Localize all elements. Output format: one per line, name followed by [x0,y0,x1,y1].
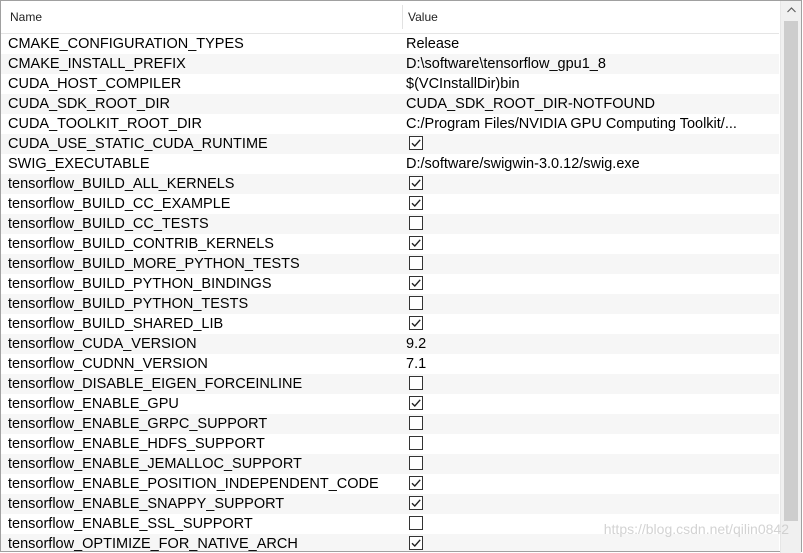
value-checkbox[interactable] [409,196,423,210]
table-row[interactable]: tensorflow_CUDA_VERSION 9.2 [1,334,779,354]
table-row[interactable]: CMAKE_INSTALL_PREFIX D:\software\tensorfl… [1,54,779,74]
variable-name: tensorflow_BUILD_CC_TESTS [8,216,209,232]
table-row[interactable]: tensorflow_BUILD_ALL_KERNELS [1,174,779,194]
table-row[interactable]: tensorflow_ENABLE_JEMALLOC_SUPPORT [1,454,779,474]
table-body: CMAKE_CONFIGURATION_TYPES Release CMAKE_IN… [1,34,779,551]
check-icon [411,539,421,548]
watermark-text: https://blog.csdn.net/qilin0842 [603,521,789,537]
variable-name: tensorflow_ENABLE_GRPC_SUPPORT [8,416,268,432]
check-icon [411,179,421,188]
variable-name: tensorflow_ENABLE_SNAPPY_SUPPORT [8,496,285,512]
variable-name: tensorflow_BUILD_CONTRIB_KERNELS [8,236,274,252]
value-checkbox[interactable] [409,276,423,290]
table-row[interactable]: tensorflow_BUILD_CC_TESTS [1,214,779,234]
value-checkbox[interactable] [409,516,423,530]
variable-name: tensorflow_ENABLE_HDFS_SUPPORT [8,436,265,452]
scroll-up-button[interactable] [781,1,802,18]
table-row[interactable]: tensorflow_BUILD_CC_EXAMPLE [1,194,779,214]
variable-name: tensorflow_BUILD_PYTHON_BINDINGS [8,276,272,292]
table-row[interactable]: tensorflow_DISABLE_EIGEN_FORCEINLINE [1,374,779,394]
value-checkbox[interactable] [409,476,423,490]
variable-value[interactable]: 7.1 [406,354,778,374]
variable-value[interactable]: D:/software/swigwin-3.0.12/swig.exe [406,154,778,174]
table-row[interactable]: CUDA_SDK_ROOT_DIR CUDA_SDK_ROOT_DIR-NOTFO… [1,94,779,114]
cmake-variables-table: Name Value CMAKE_CONFIGURATION_TYPES Rele… [0,0,802,553]
table-row[interactable]: tensorflow_BUILD_PYTHON_TESTS [1,294,779,314]
table-row[interactable]: CUDA_USE_STATIC_CUDA_RUNTIME [1,134,779,154]
table-row[interactable]: SWIG_EXECUTABLE D:/software/swigwin-3.0.1… [1,154,779,174]
variable-name: SWIG_EXECUTABLE [8,156,150,172]
check-icon [411,139,421,148]
variable-name: tensorflow_OPTIMIZE_FOR_NATIVE_ARCH [8,536,298,551]
value-checkbox[interactable] [409,536,423,550]
check-icon [411,479,421,488]
table-row[interactable]: tensorflow_BUILD_CONTRIB_KERNELS [1,234,779,254]
vertical-scrollbar[interactable] [780,1,801,553]
value-checkbox[interactable] [409,416,423,430]
table-header: Name Value [1,1,779,34]
check-icon [411,399,421,408]
table-row[interactable]: CUDA_TOOLKIT_ROOT_DIR C:/Program Files/NV… [1,114,779,134]
variable-name: tensorflow_ENABLE_GPU [8,396,179,412]
table-row[interactable]: tensorflow_ENABLE_POSITION_INDEPENDENT_C… [1,474,779,494]
table-row[interactable]: tensorflow_ENABLE_HDFS_SUPPORT [1,434,779,454]
table-row[interactable]: tensorflow_BUILD_MORE_PYTHON_TESTS [1,254,779,274]
variable-name: tensorflow_BUILD_ALL_KERNELS [8,176,235,192]
variable-value[interactable]: CUDA_SDK_ROOT_DIR-NOTFOUND [406,94,778,114]
variable-name: tensorflow_BUILD_PYTHON_TESTS [8,296,249,312]
variable-value[interactable]: $(VCInstallDir)bin [406,74,778,94]
table-row[interactable]: CUDA_HOST_COMPILER $(VCInstallDir)bin [1,74,779,94]
variable-value[interactable]: 9.2 [406,334,778,354]
value-checkbox[interactable] [409,256,423,270]
value-checkbox[interactable] [409,436,423,450]
variable-name: tensorflow_ENABLE_JEMALLOC_SUPPORT [8,456,302,472]
table-row[interactable]: CMAKE_CONFIGURATION_TYPES Release [1,34,779,54]
table-row[interactable]: tensorflow_ENABLE_SNAPPY_SUPPORT [1,494,779,514]
table-row[interactable]: tensorflow_BUILD_SHARED_LIB [1,314,779,334]
value-checkbox[interactable] [409,316,423,330]
value-checkbox[interactable] [409,496,423,510]
table-row[interactable]: tensorflow_ENABLE_GRPC_SUPPORT [1,414,779,434]
variable-name: tensorflow_CUDNN_VERSION [8,356,208,372]
variable-name: tensorflow_DISABLE_EIGEN_FORCEINLINE [8,376,303,392]
table-row[interactable]: tensorflow_CUDNN_VERSION 7.1 [1,354,779,374]
table-row[interactable]: tensorflow_BUILD_PYTHON_BINDINGS [1,274,779,294]
value-checkbox[interactable] [409,296,423,310]
scrollbar-thumb[interactable] [784,21,798,521]
check-icon [411,279,421,288]
variable-name: tensorflow_BUILD_CC_EXAMPLE [8,196,231,212]
value-checkbox[interactable] [409,176,423,190]
value-checkbox[interactable] [409,376,423,390]
check-icon [411,319,421,328]
value-checkbox[interactable] [409,456,423,470]
check-icon [411,199,421,208]
variable-name: CMAKE_CONFIGURATION_TYPES [8,36,244,52]
variable-name: tensorflow_BUILD_MORE_PYTHON_TESTS [8,256,300,272]
variable-value[interactable]: Release [406,34,778,54]
chevron-up-icon [787,6,796,12]
variable-name: tensorflow_ENABLE_SSL_SUPPORT [8,516,253,532]
value-checkbox[interactable] [409,216,423,230]
value-checkbox[interactable] [409,236,423,250]
variable-name: CUDA_TOOLKIT_ROOT_DIR [8,116,202,132]
column-header-value[interactable]: Value [408,1,438,33]
variable-value[interactable]: D:\software\tensorflow_gpu1_8 [406,54,778,74]
variable-name: tensorflow_BUILD_SHARED_LIB [8,316,224,332]
value-checkbox[interactable] [409,396,423,410]
table-row[interactable]: tensorflow_ENABLE_GPU [1,394,779,414]
column-header-name[interactable]: Name [10,1,42,33]
variable-value[interactable]: C:/Program Files/NVIDIA GPU Computing To… [406,114,778,134]
check-icon [411,499,421,508]
column-divider[interactable] [402,5,403,29]
check-icon [411,239,421,248]
variable-name: CUDA_USE_STATIC_CUDA_RUNTIME [8,136,268,152]
variable-name: CUDA_HOST_COMPILER [8,76,182,92]
variable-name: tensorflow_CUDA_VERSION [8,336,197,352]
variable-name: tensorflow_ENABLE_POSITION_INDEPENDENT_C… [8,476,379,492]
variable-name: CUDA_SDK_ROOT_DIR [8,96,170,112]
value-checkbox[interactable] [409,136,423,150]
variable-name: CMAKE_INSTALL_PREFIX [8,56,186,72]
